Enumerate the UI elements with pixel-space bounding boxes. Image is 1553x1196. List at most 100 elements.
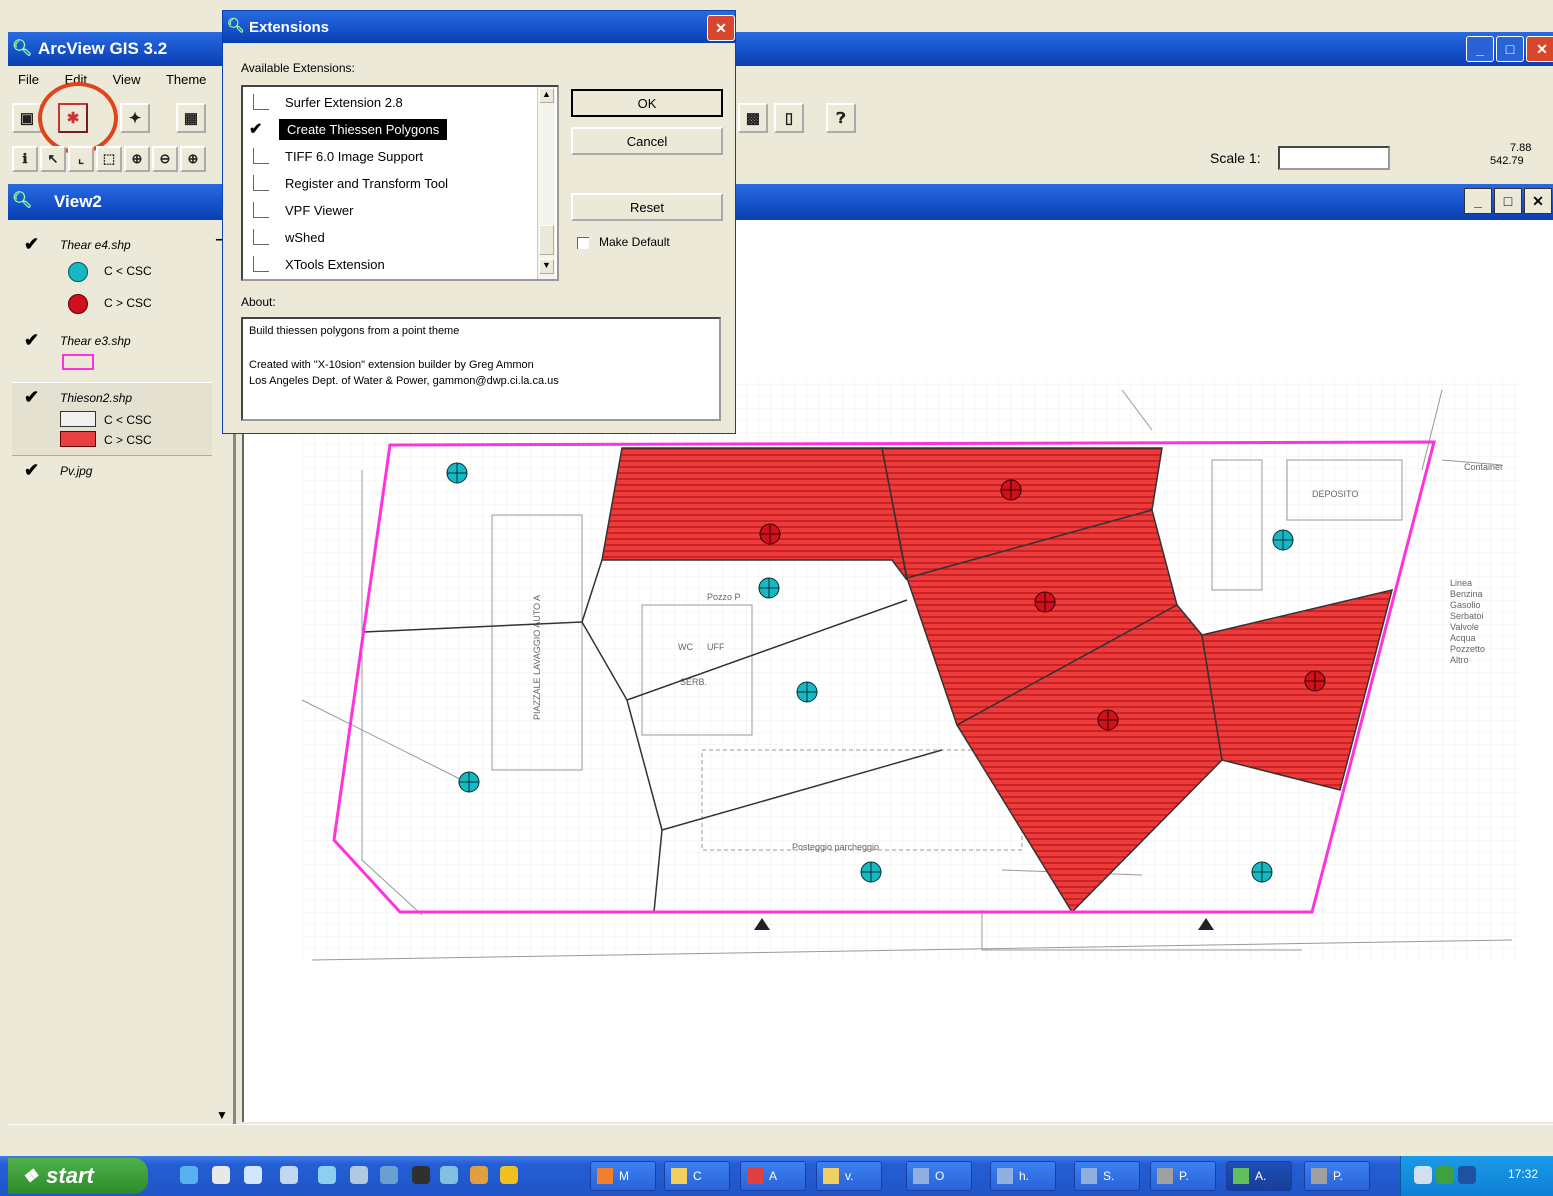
- task-icon: [1081, 1168, 1097, 1184]
- task-button-active[interactable]: A.: [1226, 1161, 1292, 1191]
- edit-legend-button[interactable]: ▦: [176, 103, 206, 133]
- help-button[interactable]: ❓︎: [826, 103, 856, 133]
- theme-visible-checkbox[interactable]: ✔: [24, 460, 39, 481]
- extension-checkbox[interactable]: [253, 229, 269, 245]
- task-button[interactable]: h.: [990, 1161, 1056, 1191]
- menu-theme[interactable]: Theme: [166, 72, 206, 87]
- table-of-contents: ✔ Thear e4.shp C < CSC C > CSC ▁ ✔ Thear…: [12, 224, 236, 1124]
- task-button[interactable]: M: [590, 1161, 656, 1191]
- extension-checkbox[interactable]: [253, 148, 269, 164]
- zoom-in-tool[interactable]: ⊕: [124, 146, 150, 172]
- extension-item[interactable]: Surfer Extension 2.8: [243, 89, 533, 115]
- theme-visible-checkbox[interactable]: ✔: [24, 234, 39, 255]
- quicklaunch-icon[interactable]: [280, 1166, 298, 1184]
- maximize-button[interactable]: □: [1496, 36, 1524, 62]
- task-button[interactable]: v.: [816, 1161, 882, 1191]
- view-maximize-button[interactable]: □: [1494, 188, 1522, 214]
- extension-item[interactable]: Register and Transform Tool: [243, 170, 533, 196]
- scale-input[interactable]: [1278, 146, 1390, 170]
- theme-entry[interactable]: ✔ Thear e4.shp C < CSC C > CSC: [12, 230, 212, 330]
- layout-button[interactable]: ▯: [774, 103, 804, 133]
- task-icon: [1233, 1168, 1249, 1184]
- theme-visible-checkbox[interactable]: ✔: [24, 330, 39, 351]
- extension-checkbox[interactable]: ✔: [249, 119, 265, 139]
- task-icon: [823, 1168, 839, 1184]
- theme-name: Thear e4.shp: [60, 238, 131, 252]
- quicklaunch-icon[interactable]: [244, 1166, 262, 1184]
- point-symbol-icon: [68, 294, 88, 314]
- toc-scroll-down[interactable]: ▼: [216, 1108, 232, 1124]
- quicklaunch-icon[interactable]: [470, 1166, 488, 1184]
- extension-item[interactable]: TIFF 6.0 Image Support: [243, 143, 533, 169]
- view-close-button[interactable]: ✕: [1524, 188, 1552, 214]
- zoom-out-tool[interactable]: ⊖: [152, 146, 178, 172]
- quicklaunch-icon[interactable]: [350, 1166, 368, 1184]
- extension-checkbox[interactable]: [253, 202, 269, 218]
- map-label-deposito: DEPOSITO: [1312, 489, 1358, 499]
- extension-item[interactable]: XTools Extension: [243, 251, 533, 277]
- task-button[interactable]: C: [664, 1161, 730, 1191]
- start-button[interactable]: ❖ start: [8, 1158, 148, 1194]
- tray-icon[interactable]: [1458, 1166, 1476, 1184]
- task-button[interactable]: P.: [1304, 1161, 1370, 1191]
- menu-file[interactable]: File: [18, 72, 39, 87]
- identify-tool[interactable]: ℹ: [12, 146, 38, 172]
- pointer-tool[interactable]: ↖: [40, 146, 66, 172]
- extensions-list[interactable]: Surfer Extension 2.8 ✔ Create Thiessen Po…: [241, 85, 559, 281]
- point-marker: [458, 771, 480, 793]
- extensions-dialog: 🔍︎ Extensions ✕ Available Extensions: Su…: [222, 10, 736, 434]
- quicklaunch-icon[interactable]: [180, 1166, 198, 1184]
- highlight-circle: [38, 82, 118, 154]
- tray-icon[interactable]: [1436, 1166, 1454, 1184]
- task-button[interactable]: S.: [1074, 1161, 1140, 1191]
- view-minimize-button[interactable]: _: [1464, 188, 1492, 214]
- theme-properties-button[interactable]: ✦: [120, 103, 150, 133]
- extension-item[interactable]: VPF Viewer: [243, 197, 533, 223]
- tray-icon[interactable]: [1414, 1166, 1432, 1184]
- point-marker: [1272, 529, 1294, 551]
- scroll-down-arrow[interactable]: ▼: [539, 259, 554, 274]
- theme-entry[interactable]: ✔ Thieson2.shp C < CSC C > CSC: [12, 382, 212, 456]
- theme-visible-checkbox[interactable]: ✔: [24, 387, 39, 408]
- minimize-button[interactable]: _: [1466, 36, 1494, 62]
- reset-button[interactable]: Reset: [571, 193, 723, 221]
- point-marker: [860, 861, 882, 883]
- clock: 17:32: [1508, 1167, 1539, 1181]
- extension-checkbox[interactable]: [253, 175, 269, 191]
- quicklaunch-icon[interactable]: [380, 1166, 398, 1184]
- cancel-button[interactable]: Cancel: [571, 127, 723, 155]
- task-button[interactable]: P.: [1150, 1161, 1216, 1191]
- close-button[interactable]: ✕: [1526, 36, 1553, 62]
- task-button[interactable]: O: [906, 1161, 972, 1191]
- select-feature-tool[interactable]: ⬚: [96, 146, 122, 172]
- task-button[interactable]: A: [740, 1161, 806, 1191]
- quicklaunch-icon[interactable]: [212, 1166, 230, 1184]
- about-line: Los Angeles Dept. of Water & Power, gamm…: [249, 375, 559, 387]
- ok-button[interactable]: OK: [571, 89, 723, 117]
- dialog-close-button[interactable]: ✕: [707, 15, 735, 41]
- scroll-up-arrow[interactable]: ▲: [539, 88, 554, 103]
- quicklaunch-icon[interactable]: [412, 1166, 430, 1184]
- scroll-thumb[interactable]: [539, 225, 554, 255]
- extension-item[interactable]: wShed: [243, 224, 533, 250]
- task-icon: [671, 1168, 687, 1184]
- extension-checkbox[interactable]: [253, 94, 269, 110]
- view-title: View2: [54, 192, 102, 211]
- zoom-full-extent-button[interactable]: ▩: [738, 103, 768, 133]
- task-icon: [1157, 1168, 1173, 1184]
- about-label: About:: [241, 295, 276, 309]
- pan-tool[interactable]: ⊕: [180, 146, 206, 172]
- theme-entry[interactable]: ✔ Pv.jpg: [12, 460, 212, 490]
- extension-item[interactable]: ✔ Create Thiessen Polygons: [243, 116, 533, 142]
- make-default-checkbox[interactable]: [577, 237, 589, 249]
- quicklaunch-icon[interactable]: [440, 1166, 458, 1184]
- theme-entry[interactable]: ✔ Thear e3.shp: [12, 330, 212, 386]
- extension-checkbox[interactable]: [253, 256, 269, 272]
- task-icon: [597, 1168, 613, 1184]
- quicklaunch-icon[interactable]: [318, 1166, 336, 1184]
- vertex-edit-tool[interactable]: ⌞: [68, 146, 94, 172]
- point-marker: [1097, 709, 1119, 731]
- list-scrollbar[interactable]: ▲ ▼: [537, 87, 555, 279]
- quicklaunch-icon[interactable]: [500, 1166, 518, 1184]
- menu-view[interactable]: View: [113, 72, 141, 87]
